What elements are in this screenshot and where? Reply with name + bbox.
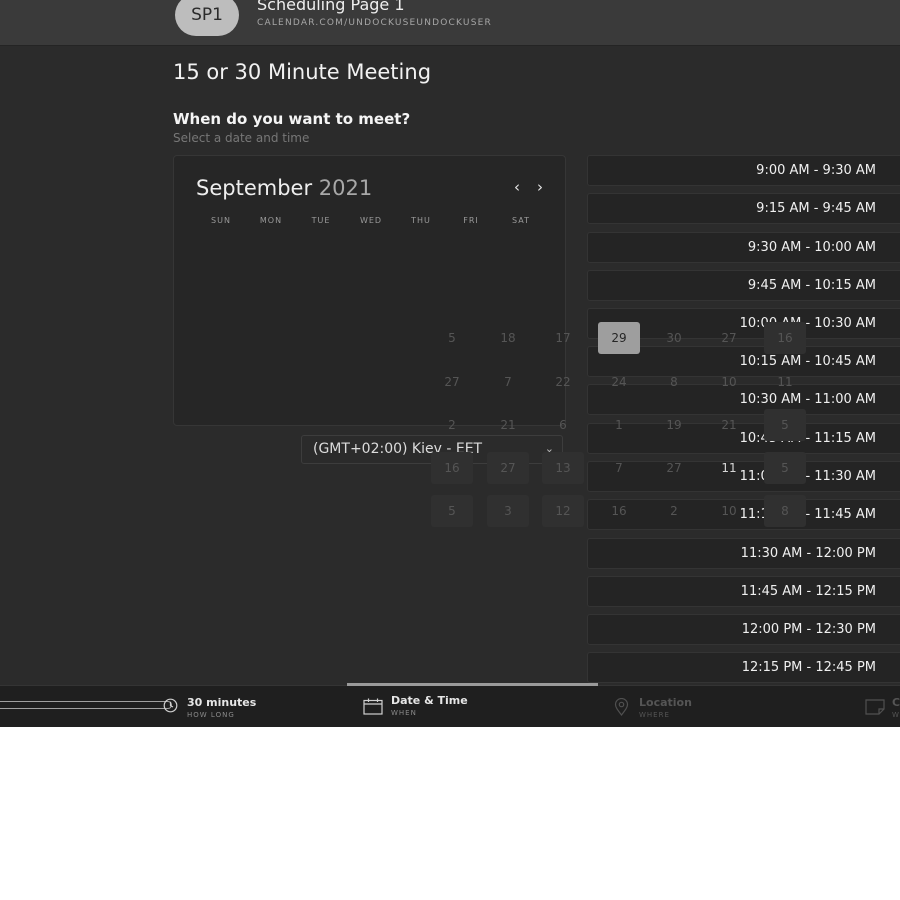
step-details-label[interactable]: C	[892, 696, 900, 709]
time-slot-label: 11:30 AM - 12:00 PM	[740, 546, 876, 561]
calendar-day[interactable]: 16	[764, 322, 806, 354]
calendar-day[interactable]: 12	[542, 495, 584, 527]
step-date-time-sub: WHEN	[391, 709, 417, 717]
calendar-day[interactable]: 17	[542, 322, 584, 354]
weekday-label: MON	[259, 216, 283, 225]
scheduling-page-title: Scheduling Page 1	[257, 0, 405, 14]
next-month-button[interactable]: ›	[537, 178, 543, 196]
step-location-sub: WHERE	[639, 711, 670, 719]
location-pin-icon	[614, 698, 629, 716]
calendar-day[interactable]: 27	[708, 322, 750, 354]
step-details-sub: W	[892, 711, 900, 719]
chat-icon	[865, 699, 885, 715]
time-slot-label: 9:45 AM - 10:15 AM	[747, 278, 876, 293]
time-slot-label: 12:00 PM - 12:30 PM	[741, 622, 876, 637]
calendar-day[interactable]: 5	[764, 452, 806, 484]
calendar-day[interactable]: 27	[487, 452, 529, 484]
calendar-day[interactable]: 6	[542, 409, 584, 441]
time-slot-label: 9:15 AM - 9:45 AM	[756, 201, 876, 216]
when-subheading: Select a date and time	[173, 131, 310, 145]
calendar-day[interactable]: 5	[431, 495, 473, 527]
calendar-day[interactable]: 18	[487, 322, 529, 354]
weekday-label: THU	[411, 216, 431, 225]
calendar-month-label: September 2021	[196, 176, 372, 200]
calendar-day[interactable]: 19	[653, 409, 695, 441]
previous-month-button[interactable]: ‹	[514, 178, 520, 196]
calendar-day[interactable]: 27	[431, 366, 473, 398]
calendar-day[interactable]: 8	[653, 366, 695, 398]
avatar: SP1	[175, 0, 239, 36]
calendar-day[interactable]: 16	[598, 495, 640, 527]
weekday-label: TUE	[311, 216, 331, 225]
time-slot-button[interactable]: 9:00 AM - 9:30 AM	[587, 155, 900, 186]
time-slot-button[interactable]: 11:30 AM - 12:00 PM	[587, 538, 900, 569]
calendar-day[interactable]: 8	[764, 495, 806, 527]
calendar-day[interactable]: 2	[431, 409, 473, 441]
time-slot-label: 9:30 AM - 10:00 AM	[747, 240, 876, 255]
calendar-day-selected[interactable]: 29	[598, 322, 640, 354]
step-location-label[interactable]: Location	[639, 696, 692, 709]
calendar-day[interactable]: 5	[764, 409, 806, 441]
calendar-day[interactable]: 1	[598, 409, 640, 441]
calendar-day[interactable]: 3	[487, 495, 529, 527]
time-slot-button[interactable]: 9:30 AM - 10:00 AM	[587, 232, 900, 263]
time-slot-label: 11:45 AM - 12:15 PM	[740, 584, 876, 599]
time-slot-label: 9:00 AM - 9:30 AM	[756, 163, 876, 178]
time-slot-button[interactable]: 9:45 AM - 10:15 AM	[587, 270, 900, 301]
calendar-day[interactable]: 2	[653, 495, 695, 527]
calendar-day[interactable]: 21	[708, 409, 750, 441]
scheduling-app: SP1 Scheduling Page 1 CALENDAR.COM/UNDOC…	[0, 0, 900, 727]
duration-progress-bar	[0, 701, 172, 709]
calendar-day[interactable]: 24	[598, 366, 640, 398]
calendar-icon	[363, 698, 383, 715]
calendar-day[interactable]: 27	[653, 452, 695, 484]
meeting-title: 15 or 30 Minute Meeting	[173, 60, 432, 84]
calendar-day[interactable]: 10	[708, 366, 750, 398]
step-duration-sub: HOW LONG	[187, 711, 235, 719]
time-slot-label: 10:30 AM - 11:00 AM	[739, 392, 876, 407]
time-slot-button[interactable]: 11:45 AM - 12:15 PM	[587, 576, 900, 607]
when-heading: When do you want to meet?	[173, 110, 411, 128]
calendar-month: September	[196, 176, 313, 200]
weekday-label: SAT	[512, 216, 530, 225]
calendar-day[interactable]: 21	[487, 409, 529, 441]
time-slot-button[interactable]: 12:15 PM - 12:45 PM	[587, 652, 900, 683]
weekday-label: WED	[359, 216, 383, 225]
weekday-label: FRI	[463, 216, 479, 225]
active-step-indicator	[347, 683, 598, 686]
time-slot-label: 11:15 AM - 11:45 AM	[739, 507, 876, 522]
time-slot-label: 10:15 AM - 10:45 AM	[739, 354, 876, 369]
calendar-day[interactable]: 11	[708, 452, 750, 484]
calendar-day[interactable]: 22	[542, 366, 584, 398]
time-slot-label: 10:45 AM - 11:15 AM	[739, 431, 876, 446]
time-slot-label: 10:00 AM - 10:30 AM	[739, 316, 876, 331]
time-slot-label: 11:00 AM - 11:30 AM	[739, 469, 876, 484]
time-slot-button[interactable]: 12:00 PM - 12:30 PM	[587, 614, 900, 645]
step-date-time-label[interactable]: Date & Time	[391, 694, 468, 707]
calendar-day[interactable]: 10	[708, 495, 750, 527]
calendar-day[interactable]: 11	[764, 366, 806, 398]
clock-icon	[163, 698, 178, 713]
calendar-year: 2021	[318, 176, 373, 200]
calendar-day[interactable]: 16	[431, 452, 473, 484]
calendar-day[interactable]: 5	[431, 322, 473, 354]
calendar-day[interactable]: 7	[487, 366, 529, 398]
calendar-day[interactable]: 30	[653, 322, 695, 354]
calendar-day[interactable]: 13	[542, 452, 584, 484]
time-slot-label: 12:15 PM - 12:45 PM	[741, 660, 876, 675]
header-bar: SP1 Scheduling Page 1 CALENDAR.COM/UNDOC…	[0, 0, 900, 46]
scheduling-page-url[interactable]: CALENDAR.COM/UNDOCKUSEUNDOCKUSER	[257, 18, 492, 28]
time-slot-button[interactable]: 9:15 AM - 9:45 AM	[587, 193, 900, 224]
calendar-day[interactable]: 7	[598, 452, 640, 484]
steps-bar: 30 minutes HOW LONG Date & Time WHEN Loc…	[0, 683, 900, 727]
weekday-label: SUN	[211, 216, 231, 225]
step-duration-label[interactable]: 30 minutes	[187, 696, 256, 709]
